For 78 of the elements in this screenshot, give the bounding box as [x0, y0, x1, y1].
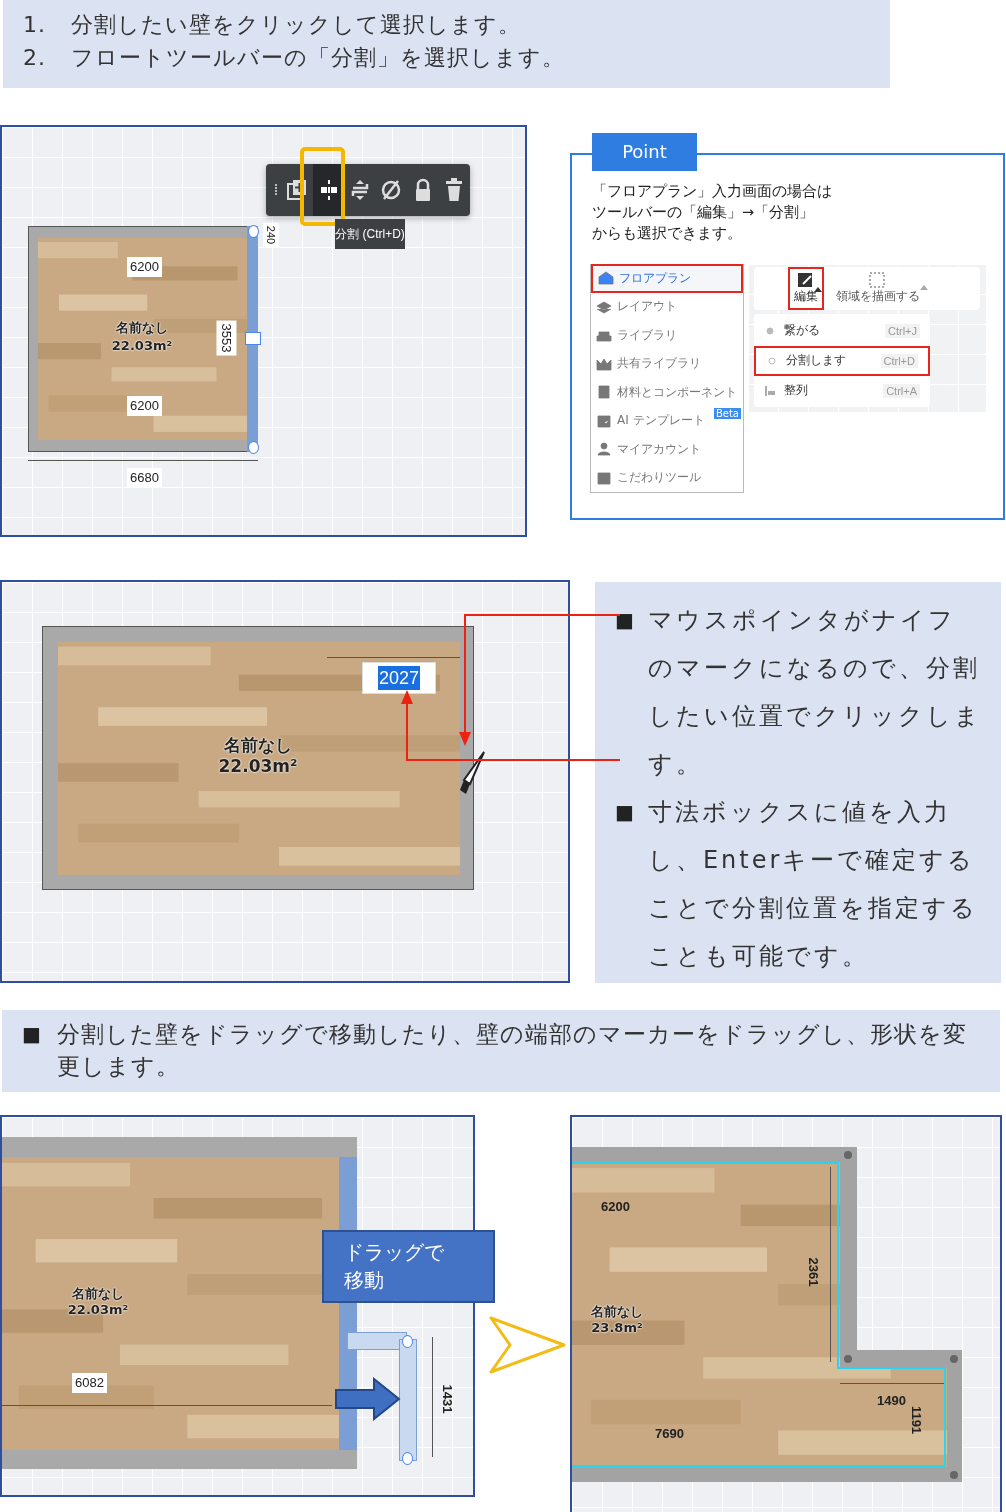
- room-name: 名前なし: [590, 1303, 644, 1320]
- room-name: 名前なし: [115, 319, 169, 336]
- dot-icon: [764, 324, 776, 337]
- dimension-label: 1431: [439, 1383, 457, 1416]
- lock-icon: [413, 178, 432, 202]
- sofa-icon: [596, 328, 612, 343]
- dimension-label: 6680: [127, 468, 162, 488]
- edit-button[interactable]: 編集: [788, 267, 824, 310]
- flip-icon: [349, 178, 370, 202]
- sidebar-item[interactable]: 材料とコンポーネント: [591, 378, 743, 407]
- trash-icon: [445, 178, 464, 202]
- caret-icon: [920, 285, 928, 290]
- knife-icon: [458, 750, 488, 796]
- sidebar-item[interactable]: 共有ライブラリ: [591, 349, 743, 378]
- bullet-marker: ■: [615, 799, 634, 826]
- hidden-icon: [380, 179, 403, 201]
- edit-icon: [797, 272, 815, 288]
- step-text: フロートツールバーの「分割」を選択します。: [71, 44, 565, 72]
- sidebar-item[interactable]: レイアウト: [591, 292, 743, 321]
- wall-handle[interactable]: [248, 225, 259, 238]
- menu-item[interactable]: 整列 Ctrl+A: [754, 375, 930, 406]
- dashed-square-icon: [869, 272, 887, 288]
- wall-handle[interactable]: [245, 332, 261, 345]
- dimension-label: 240: [263, 222, 280, 248]
- dimension-label: 2361: [805, 1256, 823, 1289]
- layers-icon: [596, 299, 612, 314]
- dimension-label: 3553: [216, 320, 237, 356]
- picture-frame-icon: [596, 413, 612, 428]
- room-area: 22.03m²: [58, 1301, 138, 1318]
- dimension-label: 6200: [127, 396, 162, 416]
- dimension-label: 6082: [72, 1373, 107, 1393]
- point-text: 「フロアプラン」入力画面の場合は: [592, 182, 833, 201]
- house-icon: [598, 271, 614, 286]
- step-number: 2.: [23, 44, 47, 72]
- point-badge: Point: [592, 133, 697, 171]
- callout-text: 移動: [344, 1267, 385, 1294]
- room-area: 23.8m²: [582, 1319, 652, 1336]
- point-text: からも選択できます。: [592, 224, 743, 243]
- sidebar-item[interactable]: フロアプラン: [591, 264, 743, 293]
- note-text: マウスポインタがナイフのマークになるので、分割したい位置でクリックします。: [647, 605, 983, 780]
- room-name: 名前なし: [223, 735, 293, 756]
- menu-item[interactable]: 分割します Ctrl+D: [754, 345, 930, 376]
- grip-icon: [273, 183, 278, 197]
- wall-handle[interactable]: [402, 1452, 413, 1465]
- crown-icon: [596, 356, 612, 371]
- sidebar-item[interactable]: AI テンプレート Beta: [591, 406, 743, 435]
- instruction-text: 分割した壁をドラッグで移動したり、壁の端部のマーカーをドラッグし、形状を変更します。: [56, 1020, 968, 1081]
- step-text: 分割したい壁をクリックして選択します。: [71, 11, 521, 39]
- callout-text: ドラッグで: [344, 1239, 445, 1266]
- sidebar-item[interactable]: マイアカウント: [591, 435, 743, 464]
- dimension-label: 1191: [908, 1404, 926, 1437]
- dimension-label: 6200: [600, 1198, 631, 1216]
- dimension-label: 7690: [654, 1425, 685, 1443]
- menu-item[interactable]: 繋がる Ctrl+J: [754, 315, 930, 346]
- step-number: 1.: [23, 11, 47, 39]
- room-area: 22.03m²: [198, 756, 318, 777]
- room-name: 名前なし: [71, 1285, 125, 1302]
- room-area: 22.03m²: [102, 337, 182, 354]
- point-text: ツールバーの「編集」→「分割」: [592, 203, 816, 222]
- bullet-marker: ■: [22, 1021, 41, 1048]
- person-icon: [596, 442, 612, 457]
- dimension-label: 6200: [127, 257, 162, 277]
- copy-icon: [287, 179, 308, 201]
- dimension-label: 1490: [876, 1392, 907, 1410]
- bullet-marker: ■: [615, 607, 634, 634]
- dimension-input[interactable]: 2027: [362, 662, 436, 694]
- note-text: 寸法ボックスに値を入力し、Enterキーで確定することで分割位置を指定することも可能です。: [647, 797, 979, 972]
- align-icon: [764, 384, 776, 397]
- chevron-arrow-icon: [488, 1315, 568, 1375]
- sidebar-item[interactable]: こだわりツール: [591, 463, 743, 492]
- right-arrow-icon: [335, 1377, 401, 1421]
- tooltip: 分割 (Ctrl+D): [335, 219, 405, 249]
- area-button[interactable]: 領域を描画する: [832, 267, 924, 310]
- wall-handle[interactable]: [248, 441, 259, 454]
- wall-handle[interactable]: [402, 1335, 413, 1348]
- beta-badge: Beta: [713, 407, 741, 419]
- sidebar-item[interactable]: ライブラリ: [591, 321, 743, 350]
- caret-icon: [814, 287, 822, 292]
